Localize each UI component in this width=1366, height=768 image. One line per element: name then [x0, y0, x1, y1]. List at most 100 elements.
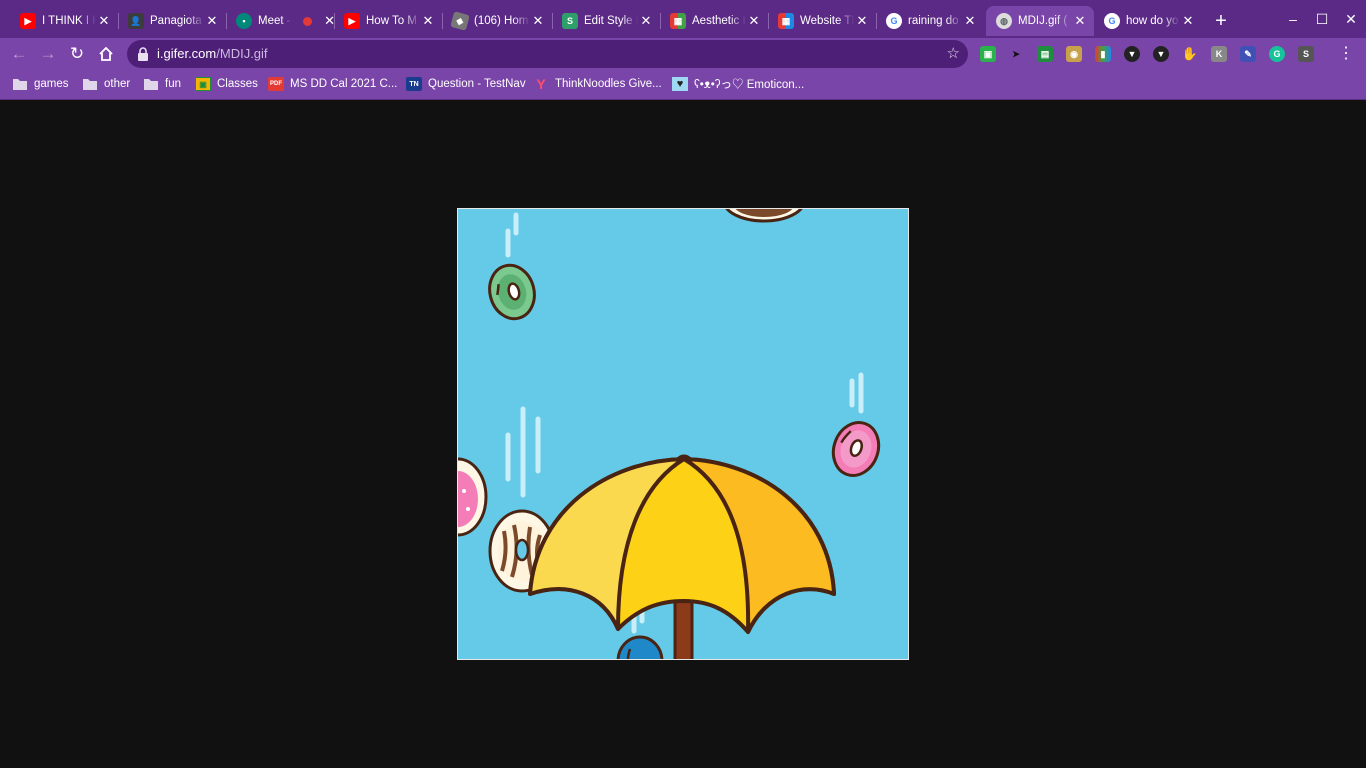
maximize-button[interactable]: ☐ — [1307, 4, 1337, 34]
folder-icon — [13, 79, 27, 90]
bookmark-emoticon[interactable]: ♥ ʕ•ᴥ•ʔっ♡ Emoticon... — [672, 74, 804, 94]
close-icon[interactable]: ✕ — [746, 13, 762, 29]
contact-icon: 👤 — [128, 13, 144, 29]
stylish-icon: S — [562, 13, 578, 29]
tab-title: Aesthetic I — [692, 15, 746, 27]
tab-title: How To M — [366, 15, 417, 27]
close-icon[interactable]: ✕ — [854, 13, 870, 29]
youtube-icon: ▶ — [344, 13, 360, 29]
google-meet-icon: ▪ — [236, 13, 252, 29]
reload-button[interactable]: ↻ — [64, 41, 90, 67]
back-button[interactable]: ← — [6, 41, 32, 67]
tab-7[interactable]: ▦ Website Th ✕ — [768, 6, 876, 36]
roblox-icon: ◆ — [450, 11, 470, 31]
home-icon — [99, 46, 113, 61]
bookmark-star-icon[interactable]: ☆ — [947, 40, 960, 68]
shield-check-icon[interactable]: ▼ — [1153, 46, 1169, 62]
tab-title: Edit Style I — [584, 15, 638, 27]
bookmark-folder-games[interactable]: games — [12, 74, 69, 94]
bookmark-thinknoodles[interactable]: Y ThinkNoodles Give... — [533, 74, 662, 94]
tab-title: MDIJ.gif ( — [1018, 15, 1068, 27]
tab-10[interactable]: G how do yo ✕ — [1094, 6, 1202, 36]
paint-icon[interactable]: ✎ — [1240, 46, 1256, 62]
close-icon[interactable]: ✕ — [1180, 13, 1196, 29]
tab-title: how do yo — [1126, 15, 1179, 27]
close-icon[interactable]: ✕ — [96, 13, 112, 29]
tab-title: (106) Hom — [474, 15, 529, 27]
close-window-button[interactable]: ✕ — [1336, 4, 1366, 34]
new-tab-button[interactable]: + — [1208, 8, 1234, 34]
tab-6[interactable]: ▦ Aesthetic I ✕ — [660, 6, 768, 36]
google-classroom-icon[interactable]: ▤ — [1037, 46, 1053, 62]
lock-icon — [138, 47, 148, 61]
bookmarks-bar: games other fun ▣ Classes PDF MS DD Cal … — [0, 70, 1366, 100]
colorful-bars-icon[interactable]: ▮ — [1095, 46, 1111, 62]
y-combinator-icon: Y — [536, 76, 546, 92]
heart-icon: ♥ — [672, 77, 688, 91]
close-icon[interactable]: ✕ — [1072, 13, 1088, 29]
menu-icon[interactable]: ⋮ — [1336, 41, 1356, 67]
globe-icon: ◍ — [996, 13, 1012, 29]
bookmark-folder-other[interactable]: other — [82, 74, 130, 94]
browser-toolbar: ← → ↻ i.gifer.com/MDIJ.gif ☆ ▣ ➤ ▤ ◉ ▮ ▼… — [0, 38, 1366, 70]
raining-donuts-umbrella-illustration — [458, 209, 908, 659]
minimize-button[interactable]: – — [1278, 4, 1308, 34]
bookmark-testnav[interactable]: TN Question - TestNav — [406, 74, 526, 94]
screencastify-icon[interactable]: ▣ — [980, 46, 996, 62]
bookmark-label: games — [34, 78, 69, 90]
tab-title: Website Th — [800, 15, 854, 27]
youtube-icon: ▶ — [20, 13, 36, 29]
url-text: i.gifer.com/MDIJ.gif — [157, 40, 268, 68]
tab-title: Meet - — [258, 15, 291, 27]
url-host: i.gifer.com — [157, 46, 217, 61]
bookmark-folder-fun[interactable]: fun — [143, 74, 181, 94]
tab-3[interactable]: ▶ How To M ✕ — [334, 6, 442, 36]
grid-app-icon: ▦ — [778, 13, 794, 29]
close-icon[interactable]: ✕ — [638, 13, 654, 29]
address-bar[interactable]: i.gifer.com/MDIJ.gif ☆ — [127, 40, 968, 68]
tab-5[interactable]: S Edit Style I ✕ — [552, 6, 660, 36]
camera-icon[interactable]: ◉ — [1066, 46, 1082, 62]
bookmark-label: ʕ•ᴥ•ʔっ♡ Emoticon... — [694, 79, 805, 91]
tab-9-active[interactable]: ◍ MDIJ.gif ( ✕ — [986, 6, 1094, 36]
tab-4[interactable]: ◆ (106) Hom ✕ — [442, 6, 552, 36]
testnav-icon: TN — [406, 77, 422, 91]
bookmark-label: Classes — [217, 78, 258, 90]
google-icon: G — [1104, 13, 1120, 29]
stylus-icon[interactable]: S — [1298, 46, 1314, 62]
close-icon[interactable]: ✕ — [204, 13, 220, 29]
bookmark-label: MS DD Cal 2021 C... — [290, 78, 398, 90]
folder-icon — [83, 79, 97, 90]
bookmark-ms-dd-cal[interactable]: PDF MS DD Cal 2021 C... — [268, 74, 397, 94]
grid-app-icon: ▦ — [670, 13, 686, 29]
close-icon[interactable]: ✕ — [420, 13, 436, 29]
forward-button[interactable]: → — [35, 41, 61, 67]
close-icon[interactable]: ✕ — [530, 13, 546, 29]
tab-strip: ▶ I THINK I K ✕ 👤 Panagiota ✕ ▪ Meet - ✕… — [0, 0, 1366, 38]
bookmark-classes[interactable]: ▣ Classes — [195, 74, 258, 94]
bookmark-label: Question - TestNav — [428, 78, 526, 90]
home-button[interactable] — [93, 41, 119, 67]
tab-1[interactable]: 👤 Panagiota ✕ — [118, 6, 226, 36]
shield-icon[interactable]: ▼ — [1124, 46, 1140, 62]
google-icon: G — [886, 13, 902, 29]
gif-image — [457, 208, 909, 660]
pdf-icon: PDF — [268, 77, 284, 91]
hand-icon[interactable]: ✋ — [1182, 46, 1198, 62]
tab-2[interactable]: ▪ Meet - ✕ — [226, 6, 335, 36]
tab-8[interactable]: G raining do ✕ — [876, 6, 984, 36]
google-classroom-icon: ▣ — [195, 77, 211, 91]
bookmark-label: fun — [165, 78, 181, 90]
tab-title: I THINK I K — [42, 15, 96, 27]
url-path: /MDIJ.gif — [216, 46, 268, 61]
bookmark-label: other — [104, 78, 131, 90]
close-icon[interactable]: ✕ — [962, 13, 978, 29]
recording-icon — [302, 16, 312, 26]
cursor-icon[interactable]: ➤ — [1008, 46, 1024, 62]
grammarly-icon[interactable]: G — [1269, 46, 1285, 62]
kami-icon[interactable]: K — [1211, 46, 1227, 62]
bookmark-label: ThinkNoodles Give... — [555, 78, 662, 90]
tab-title: raining do — [908, 15, 959, 27]
tab-title: Panagiota — [150, 15, 202, 27]
tab-0[interactable]: ▶ I THINK I K ✕ — [10, 6, 118, 36]
